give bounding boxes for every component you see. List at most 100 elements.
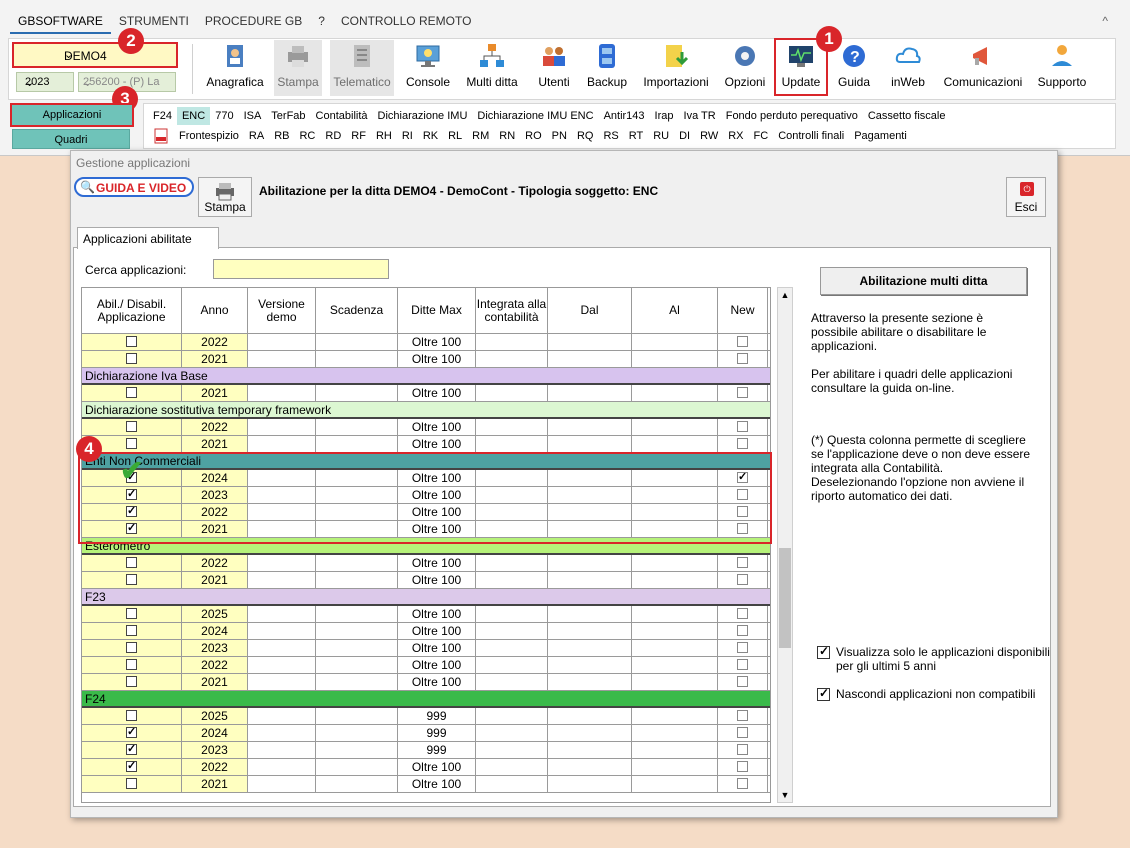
year-select[interactable]: 2023 ⌄ (16, 72, 74, 92)
checkbox-unchecked[interactable] (737, 659, 748, 671)
checkbox-unchecked[interactable] (126, 778, 137, 790)
quadro-tab-pn[interactable]: PN (547, 127, 572, 145)
abil-checkbox[interactable] (82, 758, 182, 775)
column-header[interactable]: Versione demo (248, 288, 316, 333)
new-checkbox[interactable] (718, 334, 768, 350)
collapse-ribbon-icon[interactable]: ^ (1102, 14, 1108, 28)
new-checkbox[interactable] (718, 742, 768, 758)
checkbox-unchecked[interactable] (737, 761, 748, 773)
checkbox-unchecked[interactable] (737, 438, 748, 450)
scroll-down-icon[interactable]: ▼ (778, 788, 792, 802)
abil-checkbox[interactable] (82, 776, 182, 792)
abil-checkbox[interactable] (82, 419, 182, 435)
importazioni-button[interactable]: Importazioni (638, 40, 714, 96)
quadri-button[interactable]: Quadri (12, 129, 130, 149)
checkbox-unchecked[interactable] (737, 642, 748, 654)
telematico-button[interactable]: Telematico (330, 40, 394, 96)
quadro-tab-fc[interactable]: FC (749, 127, 774, 145)
new-checkbox[interactable] (718, 708, 768, 724)
checkbox-unchecked[interactable] (126, 557, 137, 569)
new-checkbox[interactable] (718, 640, 768, 656)
quadro-tab-rx[interactable]: RX (723, 127, 748, 145)
checkbox-checked[interactable] (126, 724, 137, 740)
quadro-tab-pagamenti[interactable]: Pagamenti (849, 127, 912, 145)
column-header[interactable]: Dal (548, 288, 632, 333)
module-tab-dichiarazione-imu-enc[interactable]: Dichiarazione IMU ENC (472, 107, 598, 125)
abil-checkbox[interactable] (82, 741, 182, 758)
checkbox-unchecked[interactable] (737, 421, 748, 433)
checkbox-unchecked[interactable] (737, 625, 748, 637)
checkbox-checked[interactable] (126, 741, 137, 757)
checkbox-unchecked[interactable] (737, 387, 748, 399)
multi-ditta-button[interactable]: Multi ditta (461, 40, 523, 96)
tab-applicazioni-abilitate[interactable]: Applicazioni abilitate (77, 227, 219, 249)
new-checkbox[interactable] (718, 606, 768, 622)
abil-checkbox[interactable] (82, 572, 182, 588)
checkbox-unchecked[interactable] (126, 438, 137, 450)
checkbox-unchecked[interactable] (126, 676, 137, 688)
abil-checkbox[interactable] (82, 334, 182, 350)
stampa-button[interactable]: Stampa (274, 40, 322, 96)
utenti-button[interactable]: Utenti (532, 40, 576, 96)
opzioni-button[interactable]: Opzioni (721, 40, 769, 96)
quadro-tab-rh[interactable]: RH (371, 127, 397, 145)
new-checkbox[interactable] (718, 555, 768, 571)
quadro-tab-rf[interactable]: RF (346, 127, 371, 145)
search-input[interactable] (213, 259, 389, 279)
checkbox-unchecked[interactable] (737, 557, 748, 569)
abil-checkbox[interactable] (82, 351, 182, 367)
checkbox-unchecked[interactable] (737, 727, 748, 739)
new-checkbox[interactable] (718, 351, 768, 367)
applicazioni-button[interactable]: Applicazioni (10, 103, 134, 127)
column-header[interactable]: Al (632, 288, 718, 333)
checkbox-unchecked[interactable] (126, 625, 137, 637)
module-tab-770[interactable]: 770 (210, 107, 238, 125)
checkbox-unchecked[interactable] (737, 778, 748, 790)
new-checkbox[interactable] (718, 385, 768, 401)
quadro-tab-rc[interactable]: RC (294, 127, 320, 145)
menu-controllo-remoto[interactable]: CONTROLLO REMOTO (333, 12, 479, 34)
checkbox-unchecked[interactable] (126, 710, 137, 722)
quadro-tab-frontespizio[interactable]: Frontespizio (174, 127, 244, 145)
scroll-up-icon[interactable]: ▲ (778, 288, 792, 302)
module-tab-isa[interactable]: ISA (239, 107, 267, 125)
checkbox-unchecked[interactable] (126, 642, 137, 654)
checkbox-unchecked[interactable] (737, 336, 748, 348)
new-checkbox[interactable] (718, 657, 768, 673)
quadro-tab-rq[interactable]: RQ (572, 127, 599, 145)
abil-checkbox[interactable] (82, 385, 182, 401)
abil-checkbox[interactable] (82, 708, 182, 724)
quadro-tab-di[interactable]: DI (674, 127, 695, 145)
guida-video-button[interactable]: 🔍 GUIDA E VIDEO (74, 177, 194, 197)
module-tab-irap[interactable]: Irap (650, 107, 679, 125)
abil-checkbox[interactable] (82, 640, 182, 656)
new-checkbox[interactable] (718, 674, 768, 690)
checkbox-unchecked[interactable] (126, 387, 137, 399)
comunicazioni-button[interactable]: Comunicazioni (940, 40, 1026, 96)
quadro-tab-rw[interactable]: RW (695, 127, 723, 145)
checkbox-unchecked[interactable] (126, 659, 137, 671)
grid-scrollbar[interactable]: ▲ ▼ (777, 287, 793, 803)
new-checkbox[interactable] (718, 759, 768, 775)
checkbox-unchecked[interactable] (737, 744, 748, 756)
quadro-tab-ro[interactable]: RO (520, 127, 547, 145)
new-checkbox[interactable] (718, 419, 768, 435)
module-tab-dichiarazione-imu[interactable]: Dichiarazione IMU (373, 107, 473, 125)
checkbox-unchecked[interactable] (737, 608, 748, 620)
quadro-tab-rs[interactable]: RS (598, 127, 623, 145)
new-checkbox[interactable] (718, 776, 768, 792)
quadro-tab-controlli-finali[interactable]: Controlli finali (773, 127, 849, 145)
abil-checkbox[interactable] (82, 724, 182, 741)
checkbox-unchecked[interactable] (737, 676, 748, 688)
column-header[interactable]: Ditte Max (398, 288, 476, 333)
column-header[interactable]: Abil./ Disabil. Applicazione (82, 288, 182, 333)
quadro-tab-rm[interactable]: RM (467, 127, 494, 145)
checkbox-checked[interactable] (126, 758, 137, 774)
checkbox-unchecked[interactable] (126, 608, 137, 620)
scroll-thumb[interactable] (779, 548, 791, 648)
new-checkbox[interactable] (718, 725, 768, 741)
checkbox-checked[interactable] (817, 686, 830, 701)
esci-button[interactable]: ⏻ Esci (1006, 177, 1046, 217)
menu-gbsoftware[interactable]: GBSOFTWARE (10, 12, 111, 34)
checkbox-unchecked[interactable] (737, 710, 748, 722)
